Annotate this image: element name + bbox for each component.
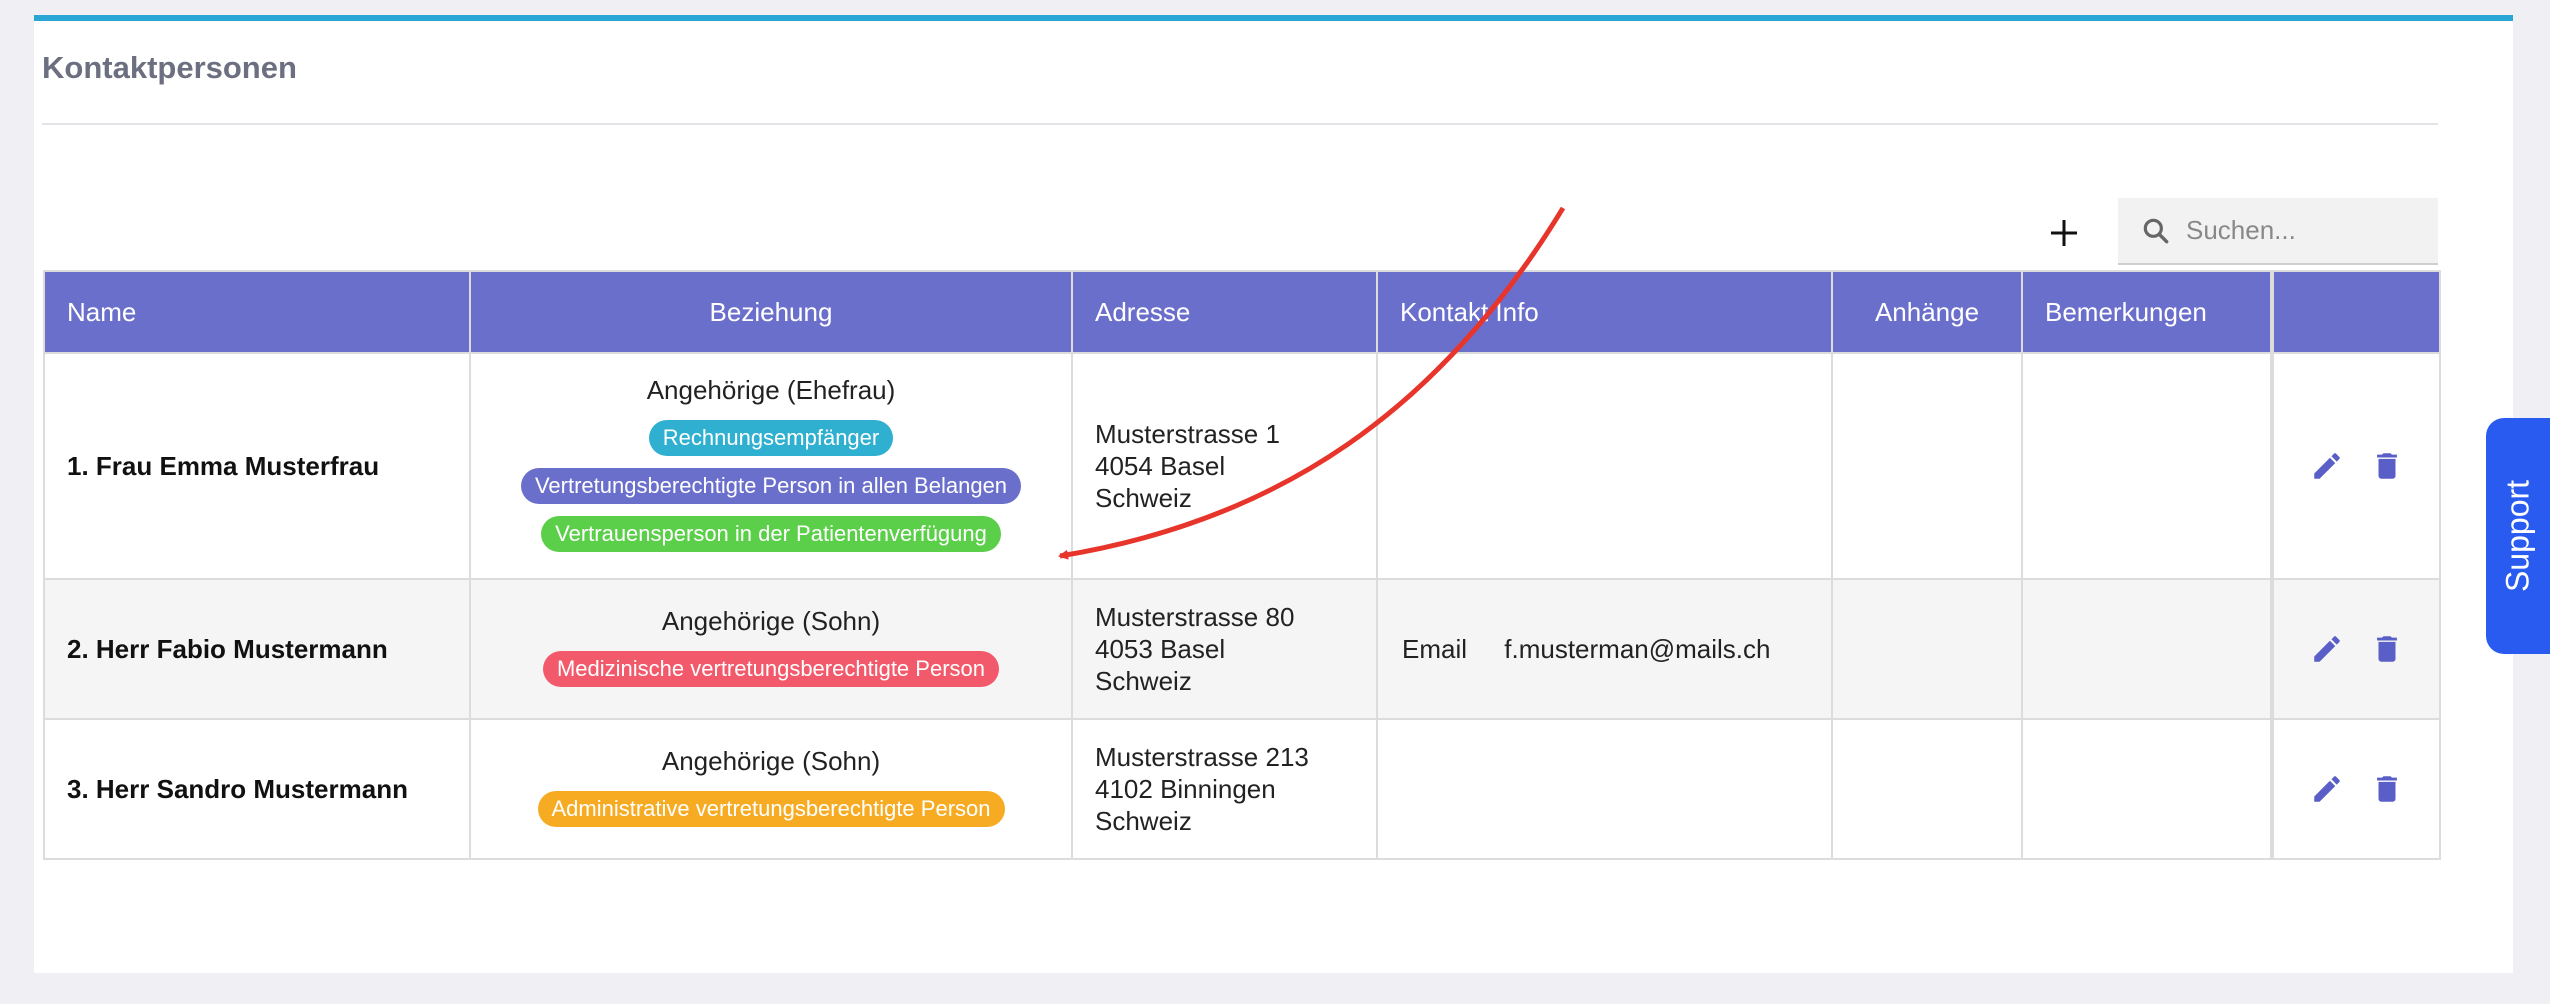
col-header-relation[interactable]: Beziehung <box>469 270 1073 354</box>
address-line: Musterstrasse 1 <box>1095 419 1280 449</box>
pencil-icon <box>2313 636 2340 662</box>
search-box[interactable] <box>2118 198 2438 265</box>
pencil-icon <box>2313 776 2340 802</box>
address-cell: Musterstrasse 1 4054 Basel Schweiz <box>1071 352 1378 580</box>
remarks-cell <box>2021 578 2273 720</box>
relation-label: Angehörige (Sohn) <box>661 605 881 636</box>
relation-cell: Angehörige (Ehefrau) Rechnungsempfänger … <box>469 352 1073 580</box>
attachments-cell <box>1831 578 2023 720</box>
tag-badge: Medizinische vertretungsberechtigte Pers… <box>542 650 999 687</box>
contact-info-cell: Email f.musterman@mails.ch <box>1376 578 1833 720</box>
relation-cell: Angehörige (Sohn) Administrative vertret… <box>469 718 1073 860</box>
col-header-address[interactable]: Adresse <box>1071 270 1378 354</box>
contact-name: 1. Frau Emma Musterfrau <box>43 352 471 580</box>
address-line: 4053 Basel <box>1095 634 1226 664</box>
address-line: Schweiz <box>1095 483 1192 513</box>
attachments-cell <box>1831 352 2023 580</box>
relation-cell: Angehörige (Sohn) Medizinische vertretun… <box>469 578 1073 720</box>
address-line: Schweiz <box>1095 806 1192 836</box>
edit-button[interactable] <box>2310 772 2344 806</box>
table-row[interactable]: 2. Herr Fabio Mustermann Angehörige (Soh… <box>43 578 2441 720</box>
plus-icon <box>2051 220 2077 246</box>
page-title: Kontaktpersonen <box>42 50 297 85</box>
actions-cell <box>2270 578 2441 720</box>
contacts-table: Name Beziehung Adresse Kontakt Info Anhä… <box>43 270 2441 860</box>
trash-icon <box>2376 776 2397 802</box>
delete-button[interactable] <box>2370 632 2404 666</box>
contact-name: 2. Herr Fabio Mustermann <box>43 578 471 720</box>
tag-badge: Vertretungsberechtigte Person in allen B… <box>520 467 1022 504</box>
actions-cell <box>2270 352 2441 580</box>
support-tab[interactable]: Support <box>2486 418 2550 654</box>
contact-name: 3. Herr Sandro Mustermann <box>43 718 471 860</box>
col-header-name[interactable]: Name <box>43 270 471 354</box>
actions-cell <box>2270 718 2441 860</box>
col-header-remarks[interactable]: Bemerkungen <box>2021 270 2273 354</box>
address-line: 4054 Basel <box>1095 451 1226 481</box>
search-input[interactable] <box>2184 214 2428 247</box>
address-line: 4102 Binningen <box>1095 774 1276 804</box>
delete-button[interactable] <box>2370 449 2404 483</box>
contact-info-cell <box>1376 352 1833 580</box>
pencil-icon <box>2313 453 2340 479</box>
contact-value[interactable]: f.musterman@mails.ch <box>1504 634 1770 664</box>
col-header-attachments[interactable]: Anhänge <box>1831 270 2023 354</box>
address-line: Musterstrasse 213 <box>1095 742 1309 772</box>
col-header-contact[interactable]: Kontakt Info <box>1376 270 1833 354</box>
tag-badge: Rechnungsempfänger <box>648 419 894 456</box>
remarks-cell <box>2021 352 2273 580</box>
table-header-row: Name Beziehung Adresse Kontakt Info Anhä… <box>43 270 2441 354</box>
delete-button[interactable] <box>2370 772 2404 806</box>
address-cell: Musterstrasse 80 4053 Basel Schweiz <box>1071 578 1378 720</box>
address-line: Musterstrasse 80 <box>1095 602 1295 632</box>
title-divider <box>42 123 2438 125</box>
edit-button[interactable] <box>2310 632 2344 666</box>
address-line: Schweiz <box>1095 666 1192 696</box>
col-header-actions <box>2270 270 2441 354</box>
relation-label: Angehörige (Sohn) <box>661 745 881 776</box>
relation-label: Angehörige (Ehefrau) <box>646 374 896 405</box>
table-row[interactable]: 3. Herr Sandro Mustermann Angehörige (So… <box>43 718 2441 860</box>
address-cell: Musterstrasse 213 4102 Binningen Schweiz <box>1071 718 1378 860</box>
trash-icon <box>2376 636 2397 662</box>
tag-badge: Administrative vertretungsberechtigte Pe… <box>537 790 1005 827</box>
contact-label: Email <box>1402 633 1468 664</box>
contact-info-cell <box>1376 718 1833 860</box>
support-label: Support <box>2499 479 2536 593</box>
remarks-cell <box>2021 718 2273 860</box>
add-contact-button[interactable] <box>2043 212 2085 254</box>
trash-icon <box>2376 453 2397 479</box>
attachments-cell <box>1831 718 2023 860</box>
tag-badge: Vertrauensperson in der Patientenverfügu… <box>541 515 1001 552</box>
search-icon <box>2143 218 2169 243</box>
table-row[interactable]: 1. Frau Emma Musterfrau Angehörige (Ehef… <box>43 352 2441 580</box>
edit-button[interactable] <box>2310 449 2344 483</box>
